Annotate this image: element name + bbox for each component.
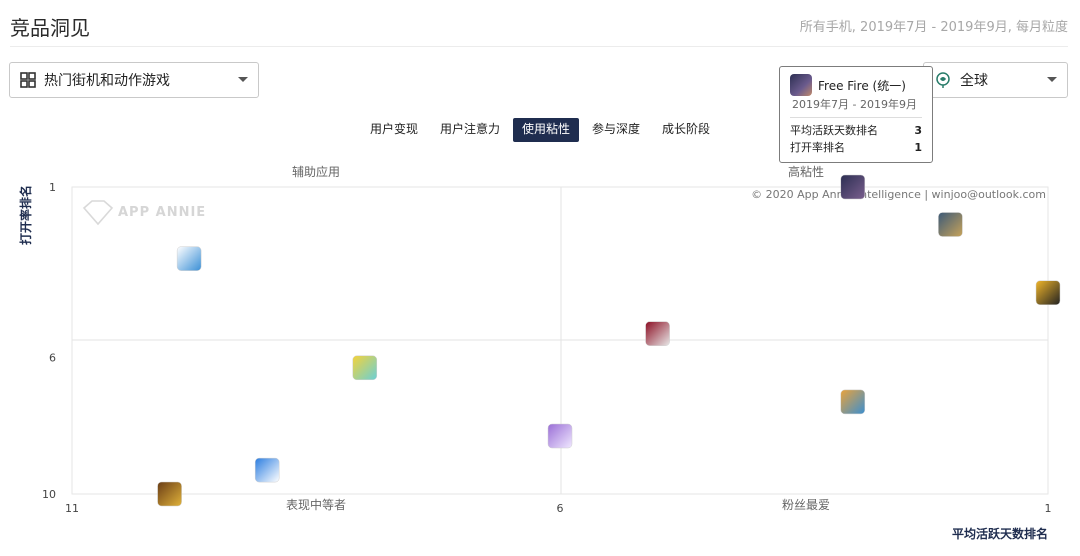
app-tooltip: Free Fire (统一) 2019年7月 - 2019年9月 平均活跃天数排… xyxy=(779,66,933,163)
x-tick-label: 1 xyxy=(1045,502,1052,515)
purple-stairs-icon xyxy=(547,423,573,449)
app-icon-tile xyxy=(840,389,866,415)
app-icon-tile xyxy=(547,423,573,449)
y-tick-label: 1 xyxy=(49,181,56,194)
tooltip-metric-label: 打开率排名 xyxy=(790,141,845,154)
x-tick-label: 11 xyxy=(65,502,79,515)
tooltip-metric-label: 平均活跃天数排名 xyxy=(790,124,878,137)
tooltip-row-active-days: 平均活跃天数排名 3 xyxy=(790,122,922,139)
balloon-icon xyxy=(254,457,280,483)
free-fire-app-icon xyxy=(790,74,812,96)
app-icon-tile xyxy=(157,481,182,507)
watermark-text: APP ANNIE xyxy=(118,205,206,220)
app-annie-watermark: APP ANNIE xyxy=(82,200,206,226)
tooltip-app-name: Free Fire (统一) xyxy=(818,78,906,93)
tooltip-metric-value: 3 xyxy=(914,124,922,137)
quadrant-label-bottom-left: 表现中等者 xyxy=(286,497,346,512)
y-tick-label: 10 xyxy=(42,488,56,501)
tooltip-app-row: Free Fire (统一) xyxy=(790,74,922,96)
free-fire-icon xyxy=(840,174,866,200)
quadrant-label-bottom-right: 粉丝最爱 xyxy=(782,498,830,512)
brawl-stars-icon xyxy=(1035,280,1061,305)
diamond-logo-icon xyxy=(82,200,114,226)
tooltip-row-open-rate: 打开率排名 1 xyxy=(790,139,922,156)
app-icon-tile xyxy=(840,174,866,200)
y-axis-title: 打开率排名 xyxy=(18,185,33,245)
app-icon-tile xyxy=(938,212,963,237)
tooltip-date-range: 2019年7月 - 2019年9月 xyxy=(792,98,917,111)
quadrant-label-top-right: 高粘性 xyxy=(788,164,824,179)
subway-surfers-icon xyxy=(840,389,866,415)
copyright-credit: © 2020 App Annie Intelligence | winjoo@o… xyxy=(751,188,1046,201)
x-tick-label: 6 xyxy=(557,502,564,515)
yellow-cube-icon xyxy=(352,355,378,381)
quadrant-label-top-left: 辅助应用 xyxy=(292,164,340,179)
app-icon-tile xyxy=(352,355,378,381)
tooltip-metric-value: 1 xyxy=(914,141,922,154)
app-icon-tile xyxy=(254,457,280,483)
y-tick-label: 6 xyxy=(49,352,56,365)
app-icon-tile xyxy=(176,246,202,271)
warrior-game-icon xyxy=(157,481,182,507)
pubg-icon xyxy=(938,212,963,237)
x-axis-title: 平均活跃天数排名 xyxy=(952,526,1048,541)
bird-app-icon xyxy=(176,246,202,271)
app-icon-tile xyxy=(1035,280,1061,305)
app-icon-tile xyxy=(645,321,670,346)
tooltip-divider xyxy=(790,117,922,118)
red-game-icon xyxy=(645,321,670,346)
